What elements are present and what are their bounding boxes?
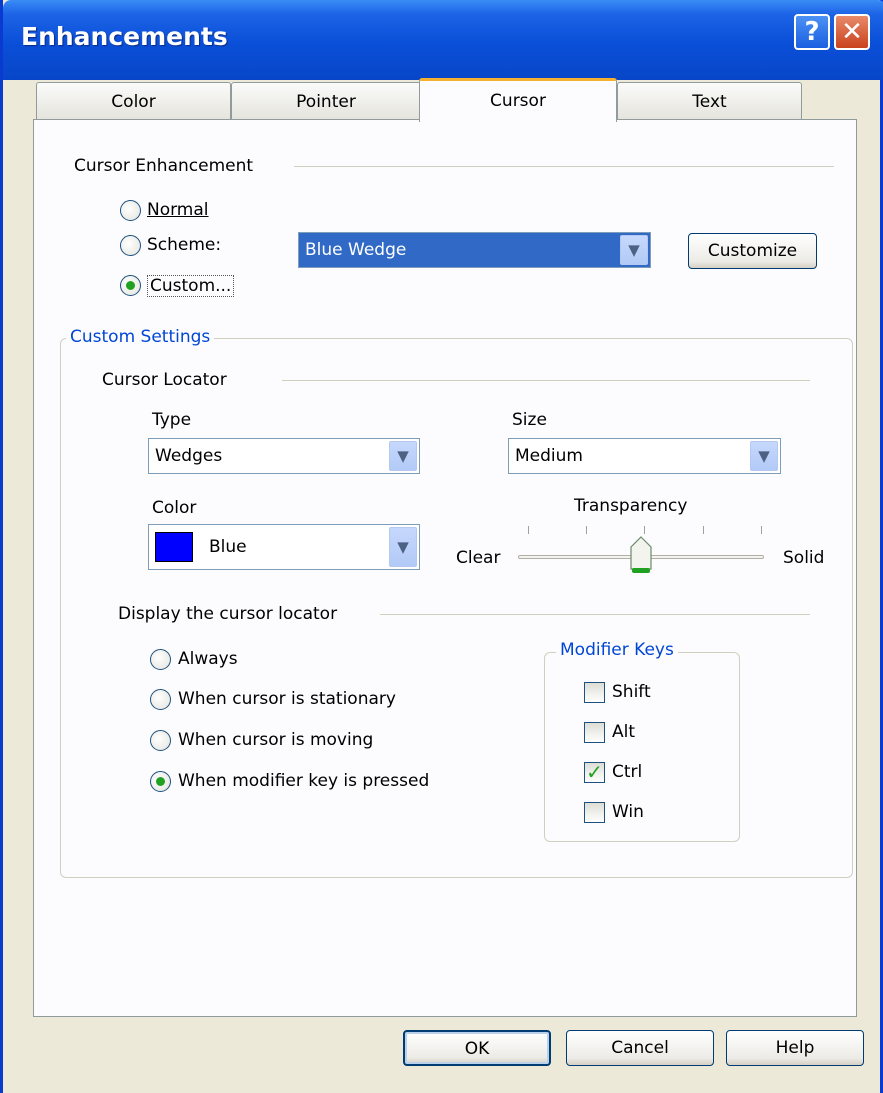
color-swatch: [155, 532, 193, 562]
chevron-down-icon[interactable]: ▼: [389, 441, 417, 471]
radio-stationary-label[interactable]: When cursor is stationary: [178, 689, 396, 709]
transparency-max-label: Solid: [783, 548, 825, 568]
cursor-tab-panel: Cursor Enhancement Normal Scheme: Custom…: [33, 119, 857, 1017]
radio-always[interactable]: [150, 649, 171, 670]
slider-tick: [586, 526, 587, 534]
title-bar[interactable]: Enhancements ? ✕: [3, 0, 883, 80]
section-divider: [282, 380, 810, 381]
radio-custom[interactable]: [120, 275, 141, 296]
color-value: Blue: [209, 537, 247, 557]
enhancements-dialog: Enhancements ? ✕ Color Pointer Cursor Te…: [0, 0, 883, 1093]
radio-scheme[interactable]: [120, 235, 141, 256]
slider-tick: [644, 526, 645, 534]
radio-stationary[interactable]: [150, 689, 171, 710]
scheme-value: Blue Wedge: [305, 240, 407, 260]
color-dropdown[interactable]: Blue ▼: [148, 524, 420, 570]
size-value: Medium: [515, 446, 583, 466]
ok-button[interactable]: OK: [403, 1030, 551, 1066]
checkbox-alt-label[interactable]: Alt: [612, 722, 635, 742]
radio-scheme-label[interactable]: Scheme:: [147, 235, 221, 255]
transparency-min-label: Clear: [456, 548, 501, 568]
radio-moving-label[interactable]: When cursor is moving: [178, 730, 373, 750]
checkbox-ctrl-label[interactable]: Ctrl: [612, 762, 642, 782]
radio-normal[interactable]: [120, 200, 141, 221]
checkbox-shift-label[interactable]: Shift: [612, 682, 651, 702]
radio-always-label[interactable]: Always: [178, 649, 238, 669]
chevron-down-icon[interactable]: ▼: [620, 235, 648, 265]
size-label: Size: [512, 410, 547, 430]
slider-tick: [761, 526, 762, 534]
help-button[interactable]: Help: [726, 1030, 864, 1066]
size-dropdown[interactable]: Medium ▼: [508, 438, 781, 474]
cancel-button[interactable]: Cancel: [566, 1030, 714, 1066]
customize-button[interactable]: Customize: [688, 233, 817, 269]
transparency-label: Transparency: [574, 496, 688, 516]
checkbox-win-label[interactable]: Win: [612, 802, 644, 822]
radio-modifier-key[interactable]: [150, 771, 171, 792]
tab-color[interactable]: Color: [36, 82, 231, 120]
checkbox-alt[interactable]: [584, 722, 605, 743]
tab-text[interactable]: Text: [617, 82, 802, 120]
help-icon[interactable]: ?: [794, 14, 830, 50]
radio-normal-label[interactable]: Normal: [147, 200, 209, 220]
checkbox-win[interactable]: [584, 802, 605, 823]
cursor-enhancement-heading: Cursor Enhancement: [74, 156, 254, 176]
section-divider: [380, 614, 810, 615]
type-value: Wedges: [155, 446, 223, 466]
slider-tick: [528, 526, 529, 534]
color-label: Color: [152, 498, 197, 518]
cursor-locator-heading: Cursor Locator: [102, 370, 227, 390]
type-label: Type: [152, 410, 192, 430]
radio-moving[interactable]: [150, 730, 171, 751]
transparency-slider-thumb[interactable]: [630, 536, 652, 576]
modifier-keys-legend: Modifier Keys: [556, 640, 678, 660]
type-dropdown[interactable]: Wedges ▼: [148, 438, 420, 474]
window-title: Enhancements: [21, 22, 228, 51]
checkbox-shift[interactable]: [584, 682, 605, 703]
chevron-down-icon[interactable]: ▼: [750, 441, 778, 471]
close-icon[interactable]: ✕: [834, 14, 870, 50]
slider-tick: [703, 526, 704, 534]
checkbox-ctrl[interactable]: ✓: [584, 762, 605, 783]
tab-pointer[interactable]: Pointer: [231, 82, 421, 120]
radio-custom-label[interactable]: Custom...: [147, 275, 235, 297]
custom-settings-legend: Custom Settings: [66, 327, 215, 347]
chevron-down-icon[interactable]: ▼: [389, 527, 417, 567]
scheme-dropdown[interactable]: Blue Wedge ▼: [298, 232, 651, 268]
display-locator-heading: Display the cursor locator: [118, 604, 338, 624]
section-divider: [294, 166, 834, 167]
tab-cursor[interactable]: Cursor: [419, 78, 617, 122]
radio-modifier-key-label[interactable]: When modifier key is pressed: [178, 771, 429, 791]
